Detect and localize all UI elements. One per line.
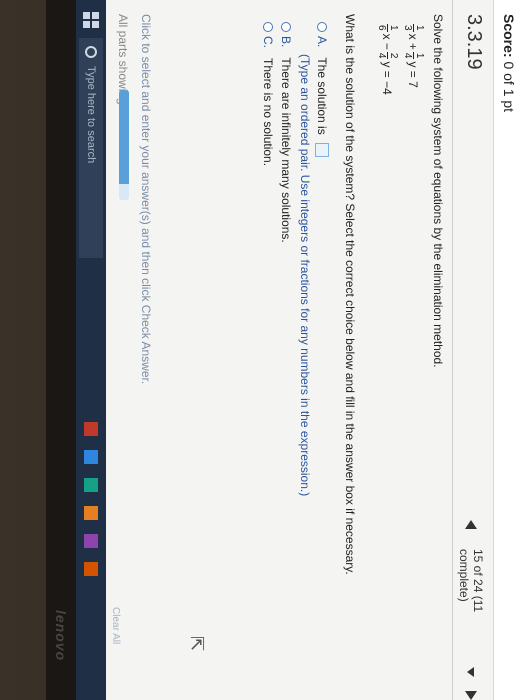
mouse-cursor-icon: ⇱	[187, 636, 207, 652]
brand-logo: lenovo	[53, 610, 69, 662]
laptop-screen: Score: 0 of 1 pt 3.3.19 15 of 24 (11 com…	[46, 0, 525, 700]
score-display: Score: 0 of 1 pt	[501, 14, 517, 112]
taskbar-apps	[84, 408, 98, 576]
choice-letter: C.	[261, 36, 275, 48]
answer-input[interactable]	[315, 142, 329, 157]
choice-c[interactable]: C. There is no solution.	[261, 22, 275, 166]
next-question-icon[interactable]	[465, 691, 477, 700]
equation-term: x −	[380, 33, 395, 50]
previous-question-icon[interactable]	[465, 520, 477, 529]
radio-button[interactable]	[263, 22, 273, 32]
laptop-bezel	[46, 0, 76, 700]
coef-fraction: 1 6	[376, 24, 399, 32]
equation-term: x +	[406, 33, 421, 50]
problem-instructions: Solve the following system of equations …	[431, 14, 445, 368]
denominator: 4	[402, 52, 413, 59]
choice-text: There is no solution.	[261, 58, 275, 167]
windows-start-icon[interactable]	[83, 12, 99, 28]
parts-progress-bar	[119, 90, 129, 200]
answer-hint: (Type an ordered pair. Use integers or f…	[298, 54, 312, 497]
top-bar: Score: 0 of 1 pt	[493, 0, 525, 700]
cortana-icon[interactable]	[85, 46, 97, 58]
score-value: 0 of 1 pt	[501, 61, 517, 113]
taskbar-app-icon[interactable]	[84, 534, 98, 548]
denominator: 6	[376, 25, 387, 31]
coef-fraction: 1 3	[402, 24, 425, 32]
question-progress[interactable]: 15 of 24 (11 complete)	[457, 549, 485, 661]
equation-2: 1 6 x − 2 4 y = −4	[376, 22, 399, 95]
taskbar-app-icon[interactable]	[84, 450, 98, 464]
denominator: 4	[376, 52, 387, 59]
taskbar-app-icon[interactable]	[84, 422, 98, 436]
score-label: Score:	[501, 14, 517, 58]
header-divider	[452, 0, 453, 700]
taskbar-app-icon[interactable]	[84, 562, 98, 576]
equation-1: 1 3 x + 1 4 y = 7	[402, 22, 425, 88]
coef-fraction: 1 4	[402, 51, 425, 60]
windows-taskbar: Type here to search	[76, 0, 106, 700]
question-text: What is the solution of the system? Sele…	[343, 14, 357, 575]
search-placeholder: Type here to search	[85, 66, 97, 164]
problem-number: 3.3.19	[463, 14, 485, 70]
taskbar-search[interactable]: Type here to search	[79, 38, 103, 258]
numerator: 1	[413, 51, 425, 60]
choice-letter: A.	[315, 36, 329, 48]
choice-a[interactable]: A. The solution is	[315, 22, 329, 157]
taskbar-app-icon[interactable]	[84, 478, 98, 492]
progress-fill	[119, 90, 129, 184]
taskbar-app-icon[interactable]	[84, 506, 98, 520]
clear-all-button[interactable]: Clear All	[110, 607, 121, 644]
equation-term: y = −4	[380, 61, 395, 95]
chevron-down-icon[interactable]	[467, 667, 475, 677]
choice-text: There are infinitely many solutions.	[279, 57, 293, 243]
radio-button[interactable]	[317, 22, 327, 32]
numerator: 2	[387, 51, 399, 60]
numerator: 1	[387, 24, 399, 32]
choice-text: The solution is	[315, 57, 329, 135]
choice-letter: B.	[279, 36, 293, 48]
equation-term: y = 7	[406, 61, 421, 88]
numerator: 1	[413, 24, 425, 32]
coef-fraction: 2 4	[376, 51, 399, 60]
photo-background: Score: 0 of 1 pt 3.3.19 15 of 24 (11 com…	[0, 0, 525, 700]
choice-b[interactable]: B. There are infinitely many solutions.	[279, 22, 293, 243]
denominator: 3	[402, 25, 413, 31]
question-nav: 15 of 24 (11 complete)	[457, 520, 485, 700]
footer-instruction: Click to select and enter your answer(s)…	[139, 14, 153, 385]
radio-button[interactable]	[281, 22, 291, 32]
